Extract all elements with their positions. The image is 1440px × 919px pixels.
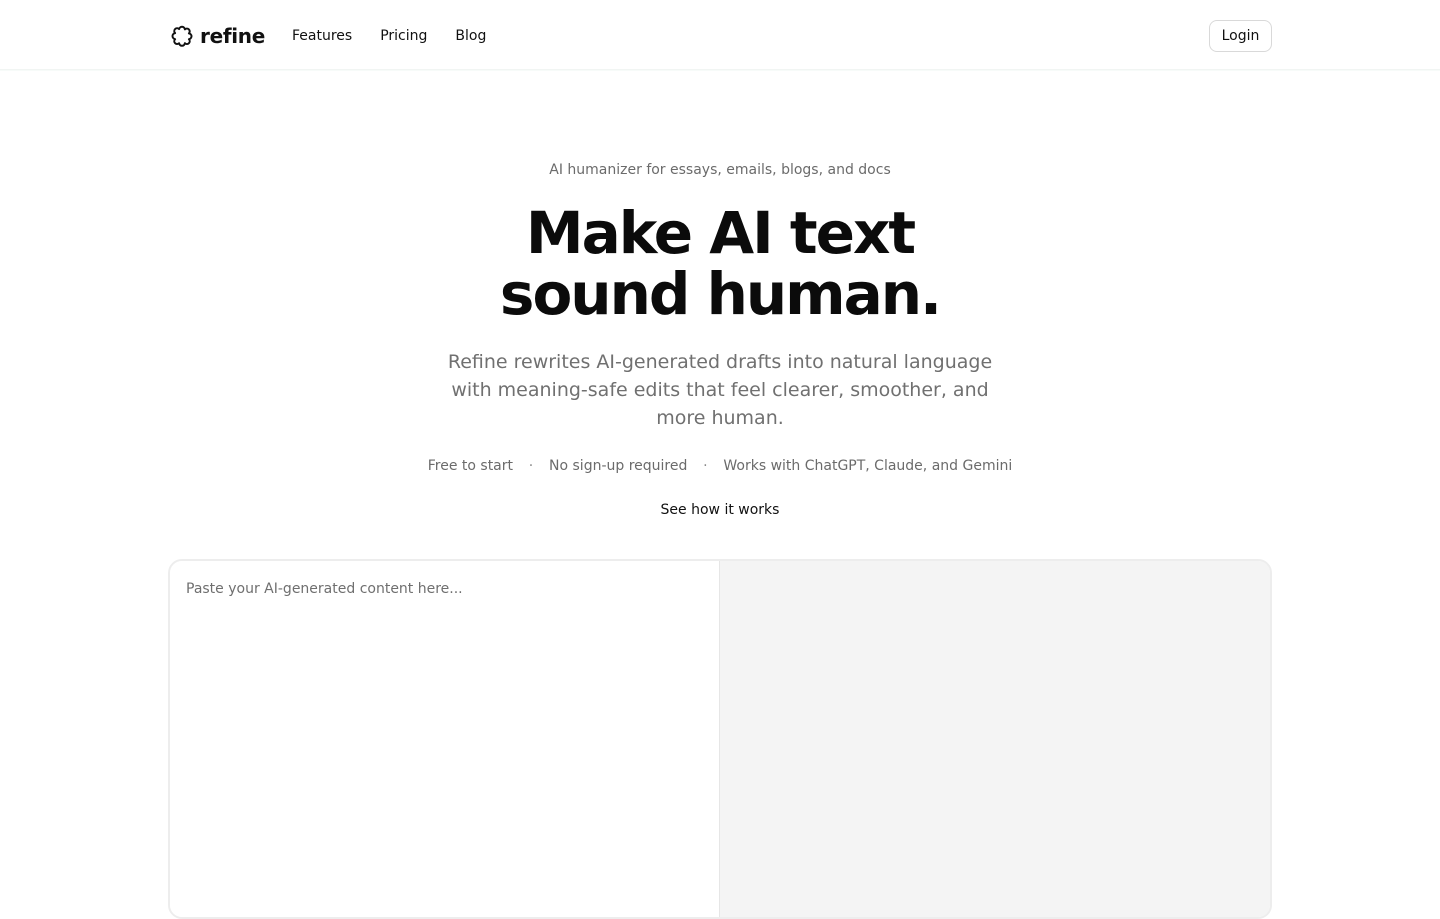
perk-item: No sign-up required [549, 458, 688, 474]
brand[interactable]: refine [170, 22, 265, 50]
input-pane [170, 561, 720, 917]
headline-line-2: sound human. [499, 260, 942, 328]
output-pane [720, 561, 1270, 917]
content-input[interactable] [170, 561, 719, 917]
login-button[interactable]: Login [1209, 20, 1272, 52]
main-nav: Features Pricing Blog [292, 26, 486, 46]
how-it-works-link[interactable]: See how it works [661, 502, 780, 518]
perk-item: Works with ChatGPT, Claude, and Gemini [723, 458, 1013, 474]
hero-subhead: Refine rewrites AI-generated drafts into… [447, 351, 993, 429]
site-header: refine Features Pricing Blog Login [0, 0, 1440, 70]
hero-headline: Make AI text sound human. [0, 203, 1440, 325]
how-it-works-wrap: See how it works [0, 500, 1440, 520]
flower-icon [170, 24, 194, 48]
hero-eyebrow: AI humanizer for essays, emails, blogs, … [549, 162, 891, 178]
nav-pricing[interactable]: Pricing [380, 26, 427, 46]
editor-card [168, 559, 1272, 919]
nav-blog[interactable]: Blog [455, 26, 486, 46]
headline-line-1: Make AI text [525, 199, 916, 267]
perks-list: Free to start · No sign-up required · Wo… [0, 456, 1440, 476]
perk-separator: · [528, 458, 534, 474]
perk-separator: · [703, 458, 708, 474]
brand-name: refine [200, 24, 265, 48]
perk-item: Free to start [427, 458, 514, 474]
nav-features[interactable]: Features [292, 26, 352, 46]
